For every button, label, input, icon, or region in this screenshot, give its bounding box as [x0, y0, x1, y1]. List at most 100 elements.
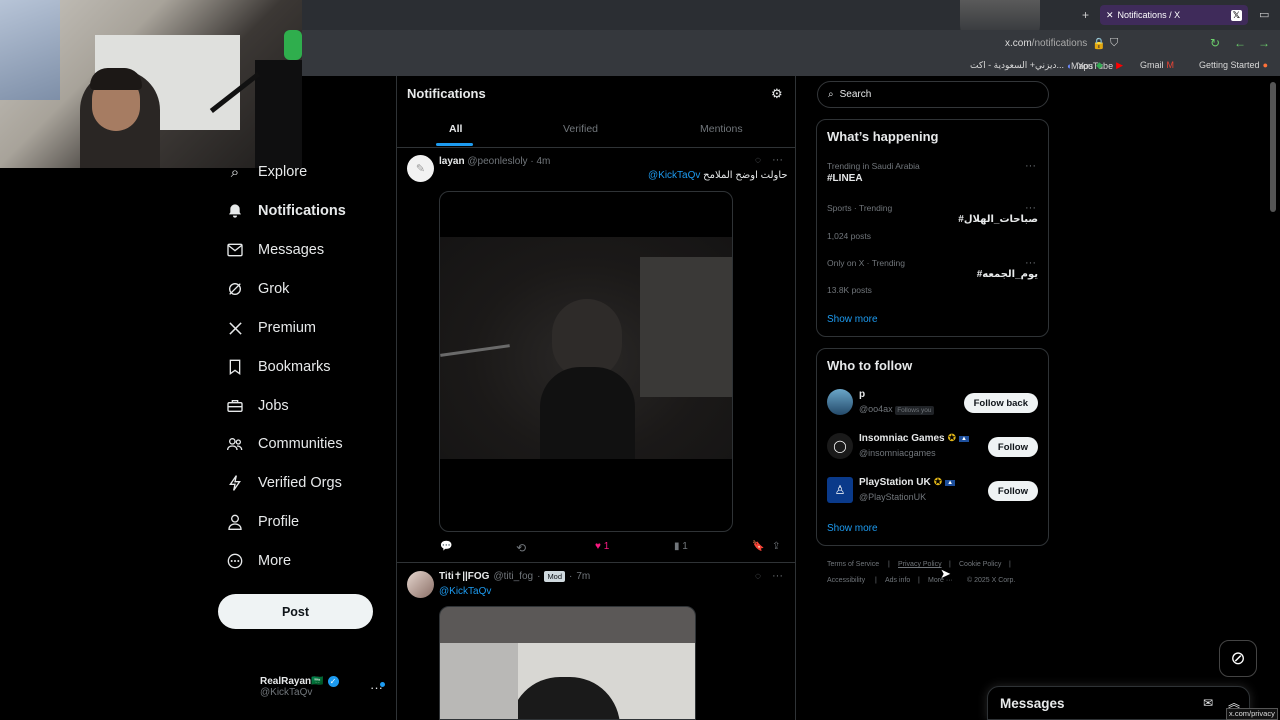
post-timestamp[interactable]: 7m	[576, 571, 590, 582]
post-button[interactable]: Post	[218, 594, 373, 629]
url-domain: x.com	[1005, 38, 1032, 49]
post-media[interactable]	[439, 606, 696, 720]
tab-mentions[interactable]: Mentions	[700, 123, 743, 135]
page-scrollbar[interactable]	[1270, 82, 1276, 212]
follow-button[interactable]: Follow	[987, 481, 1038, 501]
like-button[interactable]: ♥ 1	[595, 541, 609, 552]
suggested-handle[interactable]: @PlayStationUK	[859, 492, 926, 502]
x-logo-icon	[226, 319, 244, 337]
post-author-name[interactable]: layan	[439, 156, 465, 167]
new-message-icon[interactable]: ✉	[1203, 696, 1213, 710]
trend-name[interactable]: #يوم_الجمعه	[977, 269, 1038, 280]
bookmark-item[interactable]: Maps ◆	[1071, 60, 1103, 71]
card-title: What’s happening	[827, 129, 939, 144]
views-button[interactable]: ▮ 1	[674, 541, 688, 552]
grok-explain-icon[interactable]: ◌	[755, 155, 761, 166]
view-count: 1	[682, 541, 688, 552]
nav-item-verified-orgs[interactable]: Verified Orgs	[226, 471, 342, 495]
trend-post-count: 1,024 posts	[827, 231, 871, 241]
trend-name[interactable]: #LINEA	[827, 173, 863, 184]
people-icon	[226, 435, 244, 453]
suggested-name[interactable]: Insomniac Games	[859, 433, 945, 444]
suggested-handle[interactable]: @oo4ax	[859, 404, 893, 414]
playstation-logo-icon[interactable]: ♙	[827, 477, 853, 503]
lock-icon[interactable]: 🔒	[1092, 37, 1106, 50]
nav-item-messages[interactable]: Messages	[226, 238, 324, 262]
mention-link[interactable]: @KickTaQv	[648, 170, 700, 181]
nav-item-jobs[interactable]: Jobs	[226, 394, 289, 418]
shield-icon[interactable]: ⛉	[1110, 37, 1118, 50]
bookmark-item[interactable]: Getting Started ●	[1199, 60, 1268, 70]
footer-terms-link[interactable]: Terms of Service	[827, 561, 879, 568]
tab-list-icon[interactable]: ▭	[1259, 8, 1269, 21]
mod-badge: Mod	[544, 571, 566, 582]
suggested-name[interactable]: p	[859, 389, 865, 400]
dot-separator: ·	[530, 156, 534, 167]
bookmark-icon[interactable]: 🔖	[752, 541, 764, 552]
bookmark-item[interactable]: Gmail M	[1140, 60, 1174, 70]
bookmark-label: Getting Started	[1199, 60, 1260, 70]
trend-more-icon[interactable]: ···	[1025, 202, 1036, 214]
search-input[interactable]: ⌕ Search	[817, 81, 1049, 108]
url-text[interactable]: x.com/notifications	[1005, 38, 1087, 49]
tab-all[interactable]: All	[449, 123, 462, 135]
insomniac-logo-icon[interactable]: ◯	[827, 433, 853, 459]
post-media[interactable]	[439, 191, 733, 532]
settings-gear-icon[interactable]: ⚙	[771, 86, 783, 102]
nav-item-grok[interactable]: Grok	[226, 277, 289, 301]
status-url-tooltip: x.com/privacy	[1226, 708, 1278, 720]
suggested-handle[interactable]: @insomniacgames	[859, 448, 936, 458]
trend-more-icon[interactable]: ···	[1025, 257, 1036, 269]
envelope-icon	[226, 241, 244, 259]
grok-floating-button[interactable]: ⊘	[1219, 640, 1257, 677]
mouse-cursor-icon: ➤	[940, 566, 951, 581]
post-author-name[interactable]: Titi✝||FOG	[439, 571, 489, 582]
nav-item-explore[interactable]: ⌕ Explore	[226, 160, 307, 184]
footer-privacy-link[interactable]: Privacy Policy	[898, 561, 942, 568]
grok-explain-icon[interactable]: ◌	[755, 571, 761, 582]
forward-arrow-icon[interactable]: →	[1258, 36, 1270, 50]
post-more-icon[interactable]: ···	[772, 154, 783, 166]
avatar[interactable]: ✎	[407, 155, 434, 182]
post-timestamp[interactable]: 4m	[536, 156, 550, 167]
share-icon[interactable]: ⇪	[772, 541, 780, 552]
new-tab-icon[interactable]: +	[1082, 8, 1089, 22]
nav-label: Premium	[258, 320, 317, 336]
nav-label: Jobs	[258, 398, 289, 414]
nav-item-bookmarks[interactable]: Bookmarks	[226, 355, 331, 379]
browser-tab-active[interactable]: ✕ Notifications / X 𝕏	[1100, 5, 1248, 25]
messages-drawer[interactable]: Messages ✉ ︽	[987, 686, 1250, 720]
repost-icon[interactable]: ⟲	[516, 541, 526, 555]
footer-cookie-link[interactable]: Cookie Policy	[959, 561, 1001, 568]
bookmark-item[interactable]: ديزني+ السعودية - اكت... ◐	[970, 60, 1072, 71]
avatar[interactable]	[827, 389, 853, 415]
footer-ads-link[interactable]: Ads info	[885, 577, 910, 584]
post-author-handle[interactable]: @titi_fog	[493, 571, 533, 582]
show-more-link[interactable]: Show more	[827, 314, 878, 325]
trend-post-count: 13.8K posts	[827, 285, 872, 295]
suggested-name[interactable]: PlayStation UK	[859, 477, 931, 488]
tab-verified[interactable]: Verified	[563, 123, 598, 135]
footer-accessibility-link[interactable]: Accessibility	[827, 577, 865, 584]
avatar[interactable]	[407, 571, 434, 598]
account-switcher[interactable]: RealRayan🇸🇦 ✓ @KickTaQv	[260, 676, 339, 698]
trend-more-icon[interactable]: ···	[1025, 160, 1036, 172]
reload-icon[interactable]: ↻	[1210, 36, 1220, 50]
nav-item-more[interactable]: More	[226, 549, 291, 573]
show-more-link[interactable]: Show more	[827, 523, 878, 534]
follow-back-button[interactable]: Follow back	[963, 393, 1038, 413]
post-more-icon[interactable]: ···	[772, 570, 783, 582]
mention-link[interactable]: @KickTaQv	[439, 586, 491, 597]
nav-item-premium[interactable]: Premium	[226, 316, 316, 340]
follow-button[interactable]: Follow	[987, 437, 1038, 457]
reply-icon[interactable]: 💬	[440, 541, 452, 552]
tab-close-icon[interactable]: ✕	[1106, 10, 1114, 21]
back-arrow-icon[interactable]: ←	[1234, 36, 1246, 50]
nav-item-communities[interactable]: Communities	[226, 432, 343, 456]
nav-item-notifications[interactable]: Notifications	[226, 199, 346, 223]
nav-item-profile[interactable]: Profile	[226, 510, 299, 534]
post-author-handle[interactable]: @peonlesloly	[467, 156, 527, 167]
trend-name[interactable]: #صباحات_الهلال	[958, 214, 1038, 225]
more-circle-icon	[226, 552, 244, 570]
tab-title: Notifications / X	[1117, 10, 1181, 20]
